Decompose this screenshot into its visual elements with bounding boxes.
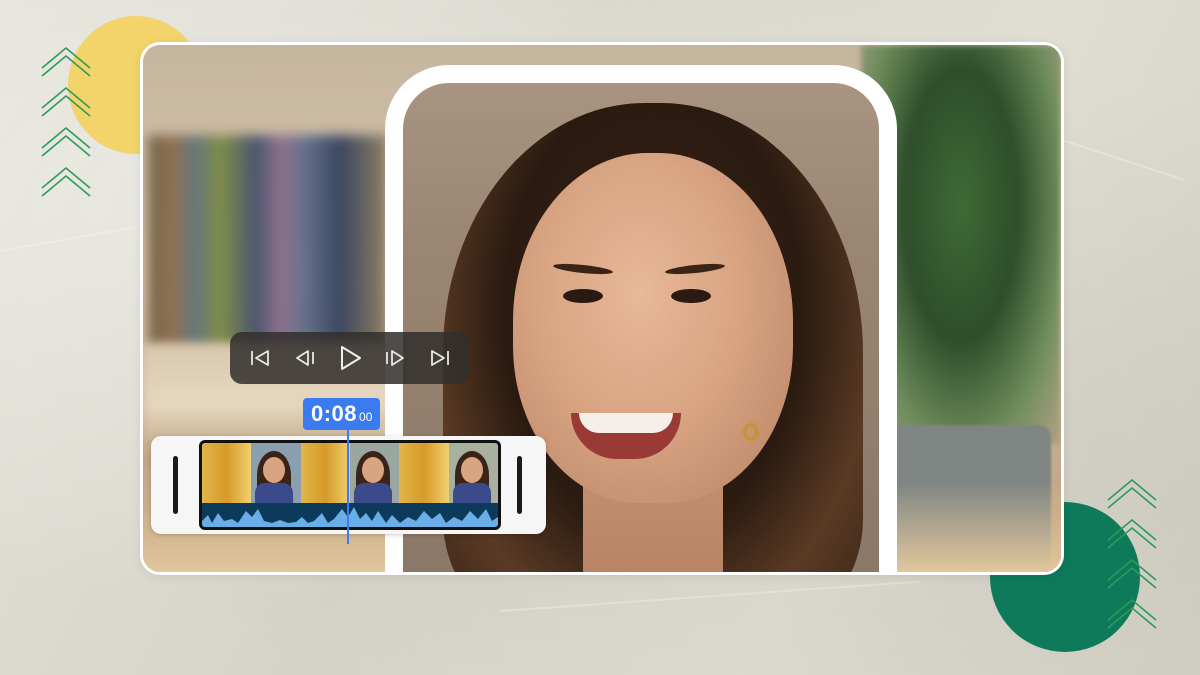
play-icon [340, 346, 361, 370]
clip-thumbnail [202, 443, 252, 503]
step-back-button[interactable] [287, 340, 323, 376]
person-eye [671, 289, 711, 303]
clip-thumbnail [300, 443, 350, 503]
chevrons-up-icon [41, 46, 91, 197]
clip-thumbnail [448, 443, 498, 503]
clip-thumbnail [399, 443, 449, 503]
chevrons-up-icon [1107, 478, 1157, 629]
play-button[interactable] [332, 340, 368, 376]
playhead[interactable] [347, 428, 349, 544]
step-back-icon [296, 350, 315, 366]
playback-controls [230, 332, 470, 384]
skip-to-end-icon [430, 350, 449, 366]
chevron-stack-decoration [1104, 474, 1164, 634]
clip-thumbnail [251, 443, 301, 503]
skip-to-start-icon [251, 350, 270, 366]
skip-to-start-button[interactable] [242, 340, 278, 376]
person-eye [563, 289, 603, 303]
trim-handle-left[interactable] [173, 456, 178, 514]
clip-thumbnail [349, 443, 400, 503]
step-forward-icon [385, 350, 404, 366]
audio-waveform [202, 503, 498, 527]
person-earring [743, 423, 759, 441]
waveform-icon [202, 507, 498, 527]
clip-strip[interactable] [199, 440, 501, 530]
timecode-frames: 00 [359, 410, 373, 424]
clothing-rack [148, 135, 388, 345]
thumbnail-row [202, 443, 498, 503]
chevron-stack-decoration [38, 42, 98, 202]
timecode-main: 0:08 [311, 401, 358, 426]
paper-crease [499, 580, 920, 612]
trim-handle-right[interactable] [517, 456, 522, 514]
timecode-badge: 0:08 00 [303, 398, 381, 430]
step-forward-button[interactable] [377, 340, 413, 376]
skip-to-end-button[interactable] [422, 340, 458, 376]
person-teeth [579, 413, 673, 433]
